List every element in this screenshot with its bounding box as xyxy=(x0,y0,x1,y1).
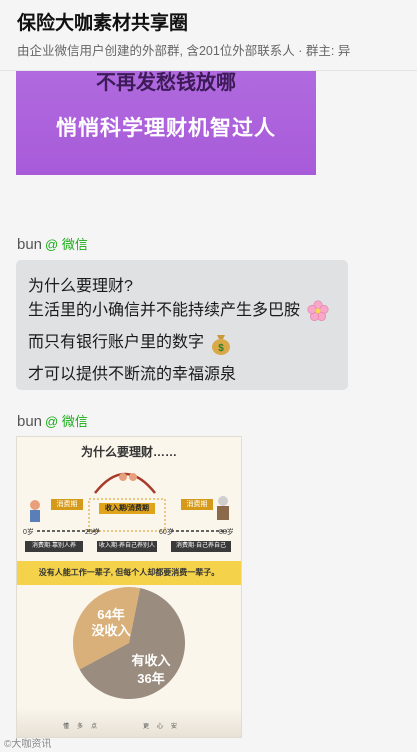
wechat-tag: @ 微信 xyxy=(45,414,88,429)
message-line-1: 为什么要理财? xyxy=(28,278,133,295)
family-illustration-icon xyxy=(30,473,229,522)
period-label: 消费期 xyxy=(181,499,213,510)
message-line-4: 才可以提供不断流的幸福源泉 xyxy=(28,366,237,383)
footer-word: 多 xyxy=(77,724,84,730)
text-message-bubble[interactable]: 为什么要理财? 生活里的小确信并不能持续产生多巴胺 而只有银行账户里的数字 $ … xyxy=(16,260,348,390)
footer-word: 懂 xyxy=(63,724,70,730)
age-label: 0岁 xyxy=(23,529,34,536)
image-main-text: 悄悄科学理财机智过人 xyxy=(56,117,276,140)
period-label: 消费期 xyxy=(51,499,83,510)
age-label: 25岁 xyxy=(85,529,100,536)
cherry-blossom-icon xyxy=(307,300,329,321)
sender-name[interactable]: bun @ 微信 xyxy=(17,411,88,430)
footer-word: 安 xyxy=(171,724,178,730)
income-pie-chart: 64年 没收入 有收入 36年 xyxy=(73,587,185,699)
age-label: 88岁 xyxy=(219,529,234,536)
sender-label: bun xyxy=(17,413,43,430)
message-line-3: 而只有银行账户里的数字 $ xyxy=(28,328,232,355)
poster-banner: 没有人能工作一辈子, 但每个人却都要消费一辈子。 xyxy=(38,568,220,577)
stage-label: 消费期·靠别人养 xyxy=(25,541,83,552)
chat-subtitle: 由企业微信用户创建的外部群, 含201位外部联系人 · 群主: 异 xyxy=(17,44,351,58)
footer-word: 更 xyxy=(143,724,150,730)
poster-footer: 懂 多 点 更 心 安 xyxy=(17,707,241,737)
chat-header: 保险大咖素材共享圈 由企业微信用户创建的外部群, 含201位外部联系人 · 群主… xyxy=(0,0,417,71)
watermark: ©大咖资讯 xyxy=(4,739,52,750)
money-bag-icon: $ xyxy=(212,334,231,355)
pie-label-income-years: 36年 xyxy=(137,671,164,686)
stage-label: 收入期·养自己养别人 xyxy=(97,541,157,552)
pie-label-no-income: 没收入 xyxy=(91,623,130,638)
sender-label: bun xyxy=(17,236,43,253)
message-line-2: 生活里的小确信并不能持续产生多巴胺 xyxy=(28,296,330,323)
footer-word: 心 xyxy=(157,724,164,730)
period-label: 收入期/消费期 xyxy=(99,503,155,514)
pie-label-income: 有收入 xyxy=(131,653,170,668)
footer-word: 点 xyxy=(91,724,98,730)
chat-title: 保险大咖素材共享圈 xyxy=(17,13,189,34)
poster-title: 为什么要理财…… xyxy=(80,445,177,459)
pie-label-no-income-years: 64年 xyxy=(97,607,124,622)
wechat-tag: @ 微信 xyxy=(45,237,88,252)
image-message-poster[interactable]: 为什么要理财…… 消费期 收入期/消费期 消费期 0岁 25岁 60岁 88岁 … xyxy=(16,436,242,738)
sender-name[interactable]: bun @ 微信 xyxy=(17,234,88,253)
age-label: 60岁 xyxy=(159,529,174,536)
stage-label: 消费期·自己养自己 xyxy=(171,541,231,552)
svg-text:$: $ xyxy=(219,343,225,354)
